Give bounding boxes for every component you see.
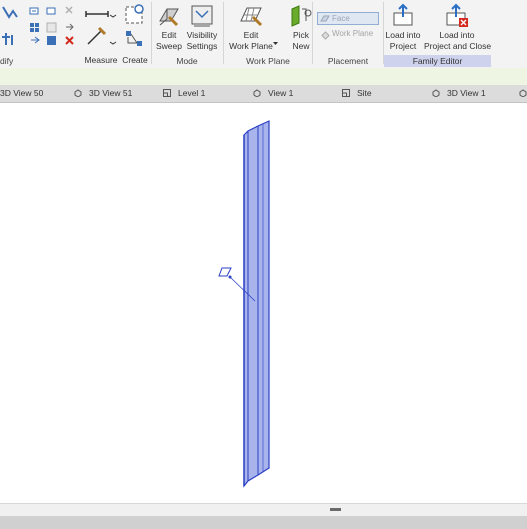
visibility-settings-icon[interactable]	[190, 3, 214, 29]
scroll-grip[interactable]	[330, 508, 341, 511]
visibility-settings-label-1[interactable]: Visibility	[184, 30, 220, 41]
edit-sweep-label-1[interactable]: Edit	[155, 30, 183, 41]
3d-view-icon	[253, 89, 261, 97]
work-plane-placement-icon	[321, 31, 330, 40]
placement-panel-label: Placement	[327, 56, 369, 66]
edit-work-plane-label-1[interactable]: Edit	[228, 30, 274, 41]
drawing-canvas[interactable]	[0, 103, 527, 503]
3d-view-icon	[519, 89, 527, 97]
load-into-project-icon[interactable]	[391, 3, 415, 29]
floor-plan-icon	[163, 89, 171, 97]
view-tabs: 3D View 50 3D View 51 Level 1 View 1 Sit…	[0, 85, 527, 103]
work-plane-icon	[218, 267, 232, 277]
work-plane-panel-label: Work Plane	[246, 56, 290, 66]
mode-panel-label: Mode	[176, 56, 198, 66]
tab-site[interactable]: Site	[357, 85, 372, 102]
face-icon	[320, 15, 330, 22]
dropdown-arrow-icon[interactable]	[273, 42, 278, 46]
options-bar	[0, 68, 527, 85]
face-label: Face	[332, 14, 350, 23]
tab-level-1[interactable]: Level 1	[178, 85, 205, 102]
measure-icon[interactable]	[84, 4, 118, 50]
load-into-project-label-2[interactable]: Project	[382, 41, 424, 52]
edit-work-plane-icon[interactable]	[239, 3, 263, 29]
tab-view-1[interactable]: View 1	[268, 85, 293, 102]
work-plane-placement-label: Work Plane	[332, 29, 374, 38]
create-panel-label: Create	[122, 55, 148, 65]
site-plan-icon	[342, 89, 350, 97]
status-bar	[0, 516, 527, 529]
visibility-settings-label-2[interactable]: Settings	[184, 41, 220, 52]
pick-new-label-1[interactable]: Pick	[287, 30, 315, 41]
pick-new-label-2[interactable]: New	[287, 41, 315, 52]
tab-3d-view-1[interactable]: 3D View 1	[447, 85, 486, 102]
load-into-project-close-icon[interactable]	[444, 3, 470, 29]
view-scroll-bar[interactable]	[0, 503, 527, 516]
load-into-project-label-1[interactable]: Load into	[382, 30, 424, 41]
measure-panel-label: Measure	[84, 55, 118, 65]
create-icons[interactable]	[123, 3, 147, 51]
edit-sweep-icon[interactable]	[157, 3, 181, 29]
load-into-project-close-label-1[interactable]: Load into	[424, 30, 490, 41]
load-into-project-close-label-2[interactable]: Project and Close	[424, 41, 491, 52]
edit-work-plane-label-2[interactable]: Work Plane	[228, 41, 274, 52]
ribbon: Measure Create Edit Sweep Visibility Set…	[0, 0, 527, 68]
family-editor-panel-label: Family Editor	[384, 55, 491, 67]
modify-tools-icons[interactable]	[0, 3, 80, 53]
sweep-model[interactable]	[0, 103, 527, 503]
ribbon-separator	[312, 2, 313, 64]
3d-view-icon	[74, 89, 82, 97]
pick-new-icon[interactable]	[289, 3, 313, 29]
tab-3d-view-50[interactable]: 3D View 50	[0, 85, 43, 102]
tab-3d-view-51[interactable]: 3D View 51	[89, 85, 132, 102]
sweep-element[interactable]	[243, 120, 270, 488]
modify-panel-label: dify	[0, 56, 14, 66]
3d-view-icon	[432, 89, 440, 97]
edit-sweep-label-2[interactable]: Sweep	[155, 41, 183, 52]
